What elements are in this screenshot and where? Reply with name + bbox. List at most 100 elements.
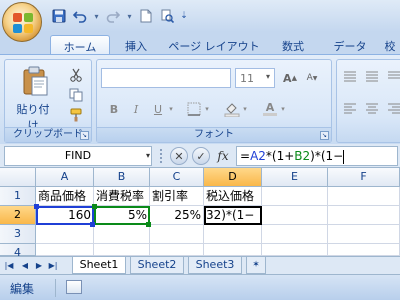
sheet-tab-2[interactable]: Sheet2 bbox=[130, 257, 184, 274]
bold-button[interactable]: B bbox=[105, 100, 123, 118]
copy-icon[interactable] bbox=[67, 86, 85, 104]
enter-icon[interactable]: ✓ bbox=[192, 147, 210, 165]
column-header-d[interactable]: D bbox=[204, 168, 262, 187]
cell-a3[interactable] bbox=[36, 225, 94, 244]
cell-c3[interactable] bbox=[150, 225, 204, 244]
underline-button[interactable]: U bbox=[149, 100, 167, 118]
select-all-corner[interactable] bbox=[0, 168, 36, 187]
new-document-icon[interactable] bbox=[137, 7, 155, 25]
paste-button[interactable]: 貼り付け ▾ bbox=[13, 66, 53, 141]
font-size-value: 11 bbox=[240, 72, 254, 85]
column-header-e[interactable]: E bbox=[262, 168, 328, 187]
office-button[interactable] bbox=[2, 2, 42, 42]
row-header-2[interactable]: 2 bbox=[0, 206, 36, 225]
macro-record-icon[interactable] bbox=[66, 280, 82, 294]
redo-icon[interactable] bbox=[104, 7, 122, 25]
formula-input[interactable]: =A2*(1+B2)*(1− bbox=[236, 146, 398, 166]
cell-a2[interactable]: 160 bbox=[36, 206, 94, 225]
row-header-4[interactable]: 4 bbox=[0, 244, 36, 259]
cell-d2[interactable]: 32)*(1− bbox=[204, 206, 262, 225]
font-size-field[interactable]: 11 ▾ bbox=[235, 68, 275, 88]
shrink-font-button[interactable]: A ▼ bbox=[303, 69, 321, 87]
cell-f1[interactable] bbox=[328, 187, 400, 206]
align-middle-icon[interactable] bbox=[363, 68, 381, 86]
format-painter-icon[interactable] bbox=[67, 106, 85, 124]
cell-a4[interactable] bbox=[36, 244, 94, 256]
borders-icon[interactable] bbox=[185, 100, 203, 118]
cell-b2[interactable]: 5% bbox=[94, 206, 150, 225]
tab-page-layout[interactable]: ページ レイアウト bbox=[168, 35, 260, 54]
prev-sheet-icon[interactable]: ◀ bbox=[20, 260, 30, 272]
cell-f3[interactable] bbox=[328, 225, 400, 244]
font-color-dropdown-icon[interactable]: ▾ bbox=[279, 100, 287, 118]
next-sheet-icon[interactable]: ▶ bbox=[34, 260, 44, 272]
tab-insert[interactable]: 挿入 bbox=[118, 35, 154, 54]
cell-f2[interactable] bbox=[328, 206, 400, 225]
cell-b4[interactable] bbox=[94, 244, 150, 256]
cell-f4[interactable] bbox=[328, 244, 400, 256]
cell-c2[interactable]: 25% bbox=[150, 206, 204, 225]
print-preview-icon[interactable] bbox=[158, 7, 176, 25]
undo-dropdown-icon[interactable]: ▾ bbox=[92, 7, 101, 25]
ribbon: 貼り付け ▾ クリップボード ↘ 11 ▾ A▲ A▼ B I U ▾ ▾ bbox=[0, 54, 400, 144]
name-box[interactable]: FIND bbox=[4, 146, 152, 166]
insert-function-icon[interactable]: fx bbox=[214, 147, 232, 165]
save-icon[interactable] bbox=[50, 7, 68, 25]
tab-home[interactable]: ホーム bbox=[50, 35, 110, 54]
font-name-field[interactable] bbox=[101, 68, 231, 88]
fill-color-dropdown-icon[interactable]: ▾ bbox=[241, 100, 249, 118]
column-header-c[interactable]: C bbox=[150, 168, 204, 187]
customize-qat-icon[interactable]: ⇣ bbox=[179, 7, 189, 25]
align-center-icon[interactable] bbox=[363, 100, 381, 118]
underline-dropdown-icon[interactable]: ▾ bbox=[167, 100, 175, 118]
cut-icon[interactable] bbox=[67, 66, 85, 84]
column-header-b[interactable]: B bbox=[94, 168, 150, 187]
redo-dropdown-icon[interactable]: ▾ bbox=[125, 7, 134, 25]
borders-dropdown-icon[interactable]: ▾ bbox=[203, 100, 211, 118]
cell-d1[interactable]: 税込価格 bbox=[204, 187, 262, 206]
grow-font-button[interactable]: A ▲ bbox=[281, 69, 299, 87]
last-sheet-icon[interactable]: ▶| bbox=[48, 260, 58, 272]
cell-c4[interactable] bbox=[150, 244, 204, 256]
cell-e2[interactable] bbox=[262, 206, 328, 225]
tab-review[interactable]: 校 bbox=[380, 35, 400, 54]
cell-e1[interactable] bbox=[262, 187, 328, 206]
undo-icon[interactable] bbox=[71, 7, 89, 25]
ref-b2-handle[interactable] bbox=[146, 222, 151, 227]
clipboard-launcher-icon[interactable]: ↘ bbox=[80, 131, 89, 140]
status-mode: 編集 bbox=[10, 282, 35, 296]
column-header-a[interactable]: A bbox=[36, 168, 94, 187]
align-right-icon[interactable] bbox=[385, 100, 400, 118]
tab-data[interactable]: データ bbox=[330, 35, 370, 54]
tab-formulas[interactable]: 数式 bbox=[278, 35, 308, 54]
name-box-dropdown-icon[interactable]: ▾ bbox=[143, 146, 153, 166]
insert-sheet-icon[interactable]: ✶ bbox=[246, 257, 266, 274]
cell-e4[interactable] bbox=[262, 244, 328, 256]
worksheet-grid: A B C D E F 1 2 3 4 商品価格 消費税率 割引率 税込価格 1… bbox=[0, 168, 400, 259]
cell-c1[interactable]: 割引率 bbox=[150, 187, 204, 206]
column-header-f[interactable]: F bbox=[328, 168, 400, 187]
row-header-3[interactable]: 3 bbox=[0, 225, 36, 244]
formula-bar: FIND ▾ ✕ ✓ fx =A2*(1+B2)*(1− bbox=[0, 144, 400, 168]
resize-handle-icon[interactable] bbox=[160, 149, 166, 163]
align-left-icon[interactable] bbox=[341, 100, 359, 118]
fill-color-icon[interactable] bbox=[223, 100, 241, 118]
cell-a1[interactable]: 商品価格 bbox=[36, 187, 94, 206]
cell-b3[interactable] bbox=[94, 225, 150, 244]
sheet-tab-3[interactable]: Sheet3 bbox=[188, 257, 242, 274]
first-sheet-icon[interactable]: |◀ bbox=[4, 260, 14, 272]
align-top-icon[interactable] bbox=[341, 68, 359, 86]
font-group: 11 ▾ A ▲ A ▼ B I U ▾ ▾ ▾ A ▾ フォント ↘ bbox=[96, 59, 332, 143]
cell-d4[interactable] bbox=[204, 244, 262, 256]
ref-a2-handle[interactable] bbox=[90, 222, 95, 227]
italic-button[interactable]: I bbox=[127, 100, 145, 118]
cancel-icon[interactable]: ✕ bbox=[170, 147, 188, 165]
font-launcher-icon[interactable]: ↘ bbox=[320, 131, 329, 140]
cell-e3[interactable] bbox=[262, 225, 328, 244]
cell-d3[interactable] bbox=[204, 225, 262, 244]
sheet-tab-1[interactable]: Sheet1 bbox=[72, 257, 126, 274]
row-header-1[interactable]: 1 bbox=[0, 187, 36, 206]
align-bottom-icon[interactable] bbox=[385, 68, 400, 86]
cell-b1[interactable]: 消費税率 bbox=[94, 187, 150, 206]
font-color-button[interactable]: A bbox=[261, 100, 279, 118]
